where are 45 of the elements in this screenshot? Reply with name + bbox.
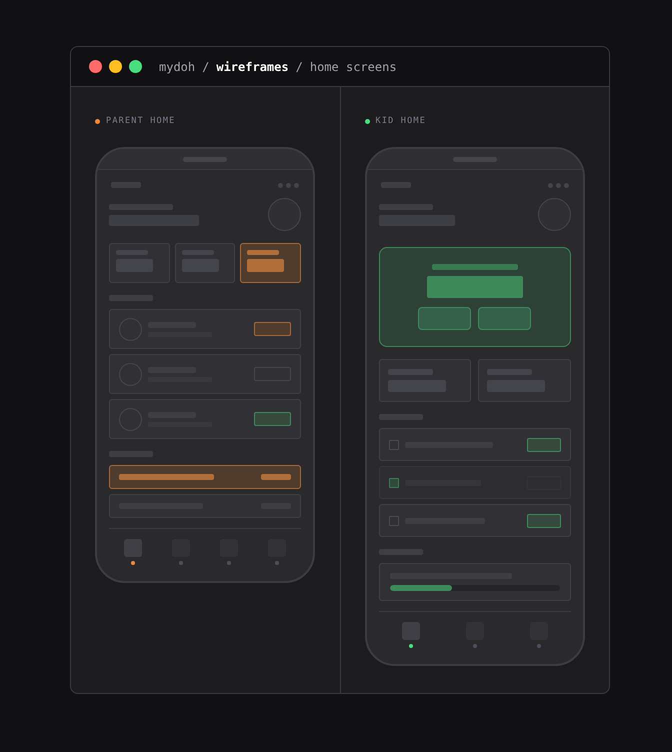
stat-card[interactable] — [240, 243, 302, 283]
chore-row[interactable] — [378, 466, 570, 499]
status-icons — [548, 182, 568, 188]
placeholder-bar — [109, 204, 173, 210]
task-card[interactable] — [109, 399, 301, 439]
checkbox[interactable] — [388, 478, 398, 488]
avatar-placeholder — [268, 198, 301, 231]
breadcrumb: wireframes — [216, 60, 289, 74]
placeholder-bar — [111, 182, 141, 188]
avatar-placeholder — [119, 318, 142, 340]
stat-card[interactable] — [109, 243, 170, 283]
nav-tab[interactable] — [124, 539, 142, 565]
action-button[interactable] — [478, 307, 531, 330]
placeholder-bar — [378, 549, 422, 555]
breadcrumb: / — [296, 60, 303, 74]
maximize-icon[interactable] — [129, 60, 142, 73]
breadcrumb: home screens — [310, 60, 397, 74]
close-icon[interactable] — [89, 60, 102, 73]
placeholder-bar — [378, 414, 422, 420]
chore-row[interactable] — [378, 428, 570, 461]
checkbox[interactable] — [388, 516, 398, 526]
panel-label: PARENT HOME — [106, 116, 176, 126]
payment-row[interactable] — [109, 494, 301, 518]
checkbox[interactable] — [388, 440, 398, 450]
avatar-placeholder — [538, 198, 570, 231]
breadcrumb: mydoh — [159, 60, 196, 74]
task-card[interactable] — [109, 354, 301, 394]
minimize-icon[interactable] — [109, 60, 122, 73]
nav-tab[interactable] — [402, 622, 420, 648]
stat-card[interactable] — [174, 243, 236, 283]
avatar-placeholder — [119, 362, 142, 386]
action-button[interactable] — [254, 412, 291, 426]
placeholder-bar — [109, 295, 153, 301]
status-icons — [278, 182, 299, 188]
panel-label: KID HOME — [376, 116, 426, 126]
chore-row[interactable] — [378, 504, 570, 537]
task-card[interactable] — [109, 309, 301, 349]
payment-row[interactable] — [109, 465, 301, 489]
action-button[interactable] — [418, 307, 471, 330]
placeholder-bar — [378, 204, 432, 210]
placeholder-bar — [109, 451, 153, 457]
action-button[interactable] — [254, 322, 291, 336]
placeholder-bar — [380, 182, 410, 188]
breadcrumb: / — [202, 60, 210, 74]
avatar-placeholder — [119, 408, 142, 430]
